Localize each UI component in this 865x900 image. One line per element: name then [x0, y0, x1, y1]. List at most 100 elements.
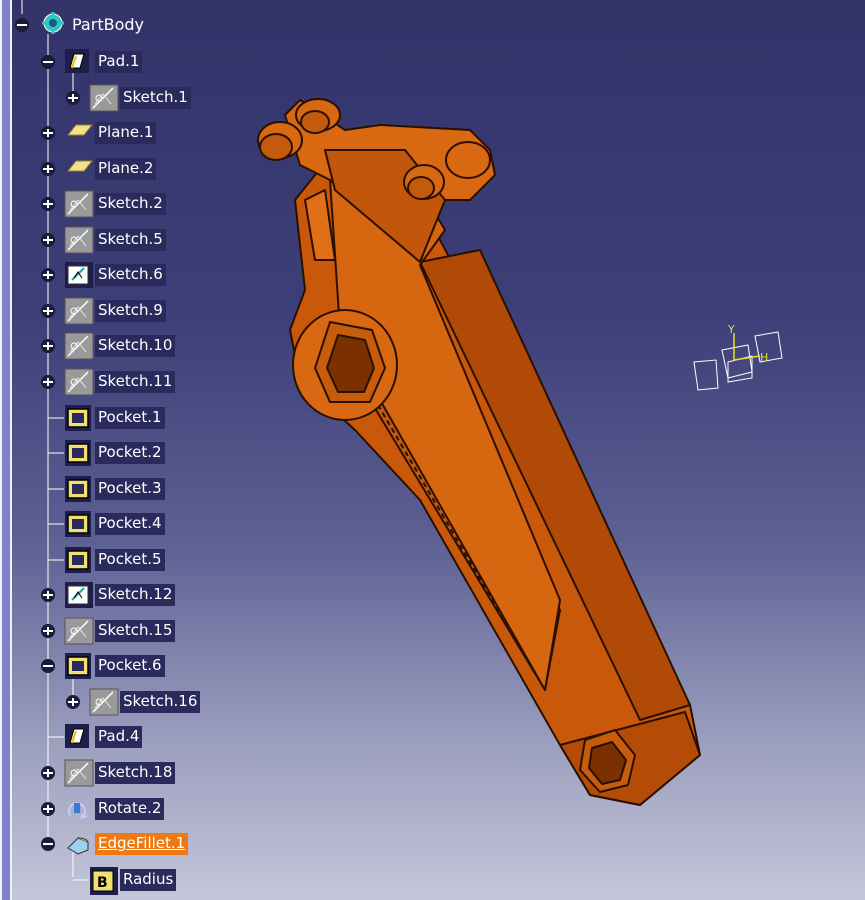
tree-node[interactable]: Sketch.1 — [0, 83, 260, 113]
axis-h-label: H — [760, 351, 768, 364]
tree-node-label[interactable]: Sketch.11 — [95, 371, 176, 393]
expand-toggle-icon[interactable] — [40, 161, 56, 181]
edge-fillet-icon — [64, 830, 94, 860]
tree-node[interactable]: Sketch.9 — [0, 296, 260, 326]
sketch-edit-icon — [64, 261, 94, 293]
tree-root-label: PartBody — [72, 15, 144, 34]
tree-node-label[interactable]: Sketch.9 — [95, 300, 166, 322]
crank-arm-part[interactable] — [257, 98, 701, 806]
tree-node-label[interactable]: EdgeFillet.1 — [95, 833, 189, 855]
tree-node[interactable]: Pocket.3 — [0, 474, 260, 504]
tree-node-label[interactable]: Pocket.2 — [95, 442, 165, 464]
tree-node[interactable]: Sketch.5 — [0, 225, 260, 255]
expand-toggle-icon[interactable] — [40, 801, 56, 821]
tree-node-label[interactable]: Pad.4 — [95, 726, 143, 748]
tree-node[interactable]: Sketch.15 — [0, 616, 260, 646]
partbody-icon — [40, 10, 66, 40]
expand-toggle-icon[interactable] — [40, 374, 56, 394]
sketch-icon — [64, 332, 94, 364]
sketch-icon — [64, 226, 94, 258]
tree-node-label[interactable]: Sketch.1 — [120, 87, 191, 109]
expand-toggle-icon[interactable] — [40, 267, 56, 287]
tree-node-label[interactable]: Rotate.2 — [95, 798, 165, 820]
tree-node[interactable]: Pocket.6 — [0, 651, 260, 681]
tree-node-label[interactable]: Sketch.18 — [95, 762, 176, 784]
collapse-toggle-icon[interactable] — [40, 658, 56, 678]
pad-icon — [64, 48, 90, 78]
expand-toggle-icon[interactable] — [65, 694, 81, 714]
specification-tree[interactable]: PartBody Pad.1 Sketch.1 Plane.1 Plane.2 Sketc… — [0, 0, 260, 900]
axis-y-label: Y — [727, 323, 735, 336]
expand-toggle-icon[interactable] — [40, 303, 56, 323]
sketch-edit-icon — [64, 581, 94, 613]
tree-node[interactable]: Pocket.2 — [0, 438, 260, 468]
expand-toggle-icon[interactable] — [40, 338, 56, 358]
tree-node-label[interactable]: Pad.1 — [95, 51, 143, 73]
tree-node-label[interactable]: Sketch.10 — [95, 335, 176, 357]
tree-branch-connector — [73, 879, 89, 881]
tree-node-label[interactable]: Pocket.4 — [95, 513, 165, 535]
tree-node[interactable]: Rotate.2 — [0, 794, 260, 824]
sketch-icon — [89, 84, 119, 116]
expand-toggle-icon[interactable] — [40, 623, 56, 643]
tree-node[interactable]: Sketch.16 — [0, 687, 260, 717]
collapse-root-icon[interactable] — [14, 17, 30, 37]
expand-toggle-icon[interactable] — [40, 232, 56, 252]
pocket-icon — [64, 404, 92, 436]
tree-node-label[interactable]: Sketch.2 — [95, 193, 166, 215]
radius-parameter-icon: B — [89, 866, 119, 900]
rotate-icon — [64, 795, 94, 827]
tree-node[interactable]: B Radius — [0, 865, 260, 895]
tree-node[interactable]: Pad.1 — [0, 47, 260, 77]
tree-node[interactable]: Pocket.5 — [0, 545, 260, 575]
tree-node[interactable]: Pocket.1 — [0, 403, 260, 433]
expand-toggle-icon[interactable] — [40, 765, 56, 785]
sketch-icon — [64, 190, 94, 222]
plane-icon — [64, 119, 94, 143]
expand-toggle-icon[interactable] — [40, 196, 56, 216]
tree-node[interactable]: EdgeFillet.1 — [0, 829, 260, 859]
axis-compass[interactable]: Y H — [693, 323, 783, 391]
tree-node-label[interactable]: Pocket.1 — [95, 407, 165, 429]
sketch-icon — [64, 617, 94, 649]
tree-node-label[interactable]: Sketch.12 — [95, 584, 176, 606]
tree-node-label[interactable]: Radius — [120, 869, 177, 891]
tree-node-label[interactable]: Sketch.5 — [95, 229, 166, 251]
expand-toggle-icon[interactable] — [40, 125, 56, 145]
tree-node[interactable]: Plane.1 — [0, 118, 260, 148]
plane-icon — [64, 155, 94, 179]
collapse-toggle-icon[interactable] — [40, 54, 56, 74]
tree-branch-connector — [48, 488, 64, 490]
tree-node-label[interactable]: Plane.1 — [95, 122, 157, 144]
tree-branch-connector — [48, 452, 64, 454]
tree-node[interactable]: Plane.2 — [0, 154, 260, 184]
tree-node[interactable]: Sketch.11 — [0, 367, 260, 397]
tree-node[interactable]: Sketch.2 — [0, 189, 260, 219]
tree-node-label[interactable]: Sketch.16 — [120, 691, 201, 713]
tree-node-label[interactable]: Sketch.15 — [95, 620, 176, 642]
sketch-icon — [64, 368, 94, 400]
expand-toggle-icon[interactable] — [40, 587, 56, 607]
tree-node-label[interactable]: Pocket.5 — [95, 549, 165, 571]
collapse-toggle-icon[interactable] — [40, 836, 56, 856]
pocket-icon — [64, 510, 92, 542]
tree-node[interactable]: Sketch.10 — [0, 331, 260, 361]
tree-branch-connector — [48, 736, 64, 738]
tree-branch-connector — [48, 523, 64, 525]
tree-node[interactable]: Sketch.12 — [0, 580, 260, 610]
expand-toggle-icon[interactable] — [65, 90, 81, 110]
pocket-icon — [64, 439, 92, 471]
sketch-icon — [64, 759, 94, 791]
tree-branch-connector — [48, 417, 64, 419]
tree-node-label[interactable]: Pocket.6 — [95, 655, 165, 677]
tree-node[interactable]: Pocket.4 — [0, 509, 260, 539]
tree-node-label[interactable]: Plane.2 — [95, 158, 157, 180]
pocket-icon — [64, 475, 92, 507]
tree-node[interactable]: Sketch.18 — [0, 758, 260, 788]
tree-node[interactable]: Sketch.6 — [0, 260, 260, 290]
pocket-icon — [64, 546, 92, 578]
tree-node-label[interactable]: Sketch.6 — [95, 264, 166, 286]
sketch-icon — [64, 297, 94, 329]
tree-node-label[interactable]: Pocket.3 — [95, 478, 165, 500]
tree-node[interactable]: Pad.4 — [0, 722, 260, 752]
